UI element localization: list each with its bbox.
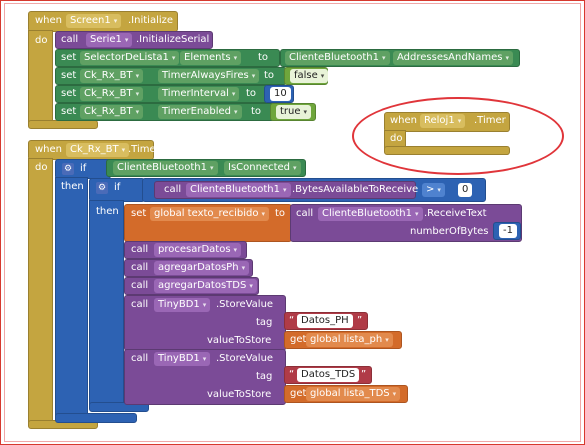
to-keyword: to xyxy=(246,88,257,99)
tag-label: tag xyxy=(256,371,273,382)
receive-text-label: .ReceiveText xyxy=(424,208,487,219)
set-keyword: set xyxy=(61,106,77,117)
call-keyword: call xyxy=(131,280,149,291)
tinybd1-dropdown[interactable]: TinyBD1 ▾ xyxy=(154,298,211,312)
number-of-bytes-label: numberOfBytes xyxy=(410,226,489,237)
close-quote: ” xyxy=(357,315,363,326)
tinybd1-dropdown[interactable]: TinyBD1 ▾ xyxy=(154,352,211,366)
agregar-datos-tds-dropdown[interactable]: agregarDatosTDS ▾ xyxy=(154,279,257,293)
to-keyword: to xyxy=(258,52,269,63)
if-outer-body xyxy=(55,177,88,420)
mutator-gear-icon[interactable]: ⚙ xyxy=(96,182,108,194)
timer-interval-dropdown[interactable]: TimerInterval ▾ xyxy=(158,87,240,101)
if-keyword: if xyxy=(114,182,121,193)
compare-value[interactable]: 0 xyxy=(458,183,473,197)
global-texto-recibido-dropdown[interactable]: global texto_recibido ▾ xyxy=(150,207,269,221)
initialize-event-label: .Initialize xyxy=(128,15,174,26)
set-keyword: set xyxy=(61,70,77,81)
get-keyword: get xyxy=(290,388,307,399)
call-keyword: call xyxy=(61,34,79,45)
set-keyword: set xyxy=(61,88,77,99)
number-of-bytes-value[interactable]: -1 xyxy=(499,224,517,238)
ck-rx-bt-dropdown[interactable]: Ck_Rx_BT ▾ xyxy=(80,69,144,83)
to-keyword: to xyxy=(275,208,286,219)
if-inner-body xyxy=(89,200,124,408)
operator-dropdown[interactable]: > ▾ xyxy=(422,183,445,197)
global-lista-ph-dropdown[interactable]: global lista_ph ▾ xyxy=(306,333,393,347)
set-keyword: set xyxy=(61,52,77,63)
red-annotation-circle xyxy=(352,97,564,175)
mutator-gear-icon[interactable]: ⚙ xyxy=(62,163,74,175)
screen1-dropdown[interactable]: Screen1 ▾ xyxy=(66,14,122,28)
call-keyword: call xyxy=(131,262,149,273)
clientebluetooth1-dropdown[interactable]: ClienteBluetooth1 ▾ xyxy=(285,51,390,65)
clientebluetooth1-dropdown[interactable]: ClienteBluetooth1 ▾ xyxy=(113,161,218,175)
set-keyword: set xyxy=(131,208,147,219)
then-keyword: then xyxy=(96,206,119,217)
do-keyword: do xyxy=(35,35,48,46)
call-keyword: call xyxy=(131,244,149,255)
to-keyword: to xyxy=(264,70,275,81)
open-quote: “ xyxy=(289,369,295,380)
tag-label: tag xyxy=(256,317,273,328)
if-outer-foot xyxy=(55,413,137,423)
then-keyword: then xyxy=(61,181,84,192)
initialize-serial-label: .InitializeSerial xyxy=(136,34,210,45)
true-dropdown[interactable]: true ▾ xyxy=(276,105,312,119)
close-quote: ” xyxy=(361,369,367,380)
when-keyword: when xyxy=(35,15,63,26)
open-quote: “ xyxy=(289,315,295,326)
ck-rx-bt-dropdown[interactable]: Ck_Rx_BT ▾ xyxy=(80,105,144,119)
do-keyword: do xyxy=(35,162,48,173)
clientebluetooth1-dropdown[interactable]: ClienteBluetooth1 ▾ xyxy=(186,183,291,197)
selectordelista1-dropdown[interactable]: SelectorDeLista1 ▾ xyxy=(80,51,180,65)
to-keyword: to xyxy=(251,106,262,117)
value-to-store-label: valueToStore xyxy=(207,389,272,400)
serie1-dropdown[interactable]: Serie1 ▾ xyxy=(86,33,133,47)
tag-value-ph[interactable]: Datos_PH xyxy=(297,314,353,328)
ck-rx-bt-dropdown[interactable]: Ck_Rx_BT ▾ xyxy=(66,143,130,157)
call-keyword: call xyxy=(296,208,314,219)
procesar-datos-dropdown[interactable]: procesarDatos ▾ xyxy=(154,243,242,257)
store-value-label: .StoreValue xyxy=(216,353,274,364)
screen1-initialize-foot xyxy=(28,120,98,129)
ck-rx-bt-dropdown[interactable]: Ck_Rx_BT ▾ xyxy=(80,87,144,101)
call-keyword: call xyxy=(131,353,149,364)
call-keyword: call xyxy=(164,184,182,195)
get-keyword: get xyxy=(290,334,307,345)
elements-property-dropdown[interactable]: Elements ▾ xyxy=(180,51,242,65)
timer-enabled-dropdown[interactable]: TimerEnabled ▾ xyxy=(158,105,242,119)
tag-value-tds[interactable]: Datos_TDS xyxy=(297,368,360,382)
store-value-label: .StoreValue xyxy=(216,299,274,310)
when-keyword: when xyxy=(35,144,63,155)
clientebluetooth1-dropdown[interactable]: ClienteBluetooth1 ▾ xyxy=(318,207,423,221)
timer-event-label: .Timer xyxy=(128,144,160,155)
timer-interval-value[interactable]: 10 xyxy=(270,87,291,101)
timer-always-fires-dropdown[interactable]: TimerAlwaysFires ▾ xyxy=(158,69,260,83)
if-keyword: if xyxy=(80,163,87,174)
false-dropdown[interactable]: false ▾ xyxy=(290,69,329,83)
global-lista-tds-dropdown[interactable]: global lista_TDS ▾ xyxy=(306,387,401,401)
is-connected-dropdown[interactable]: IsConnected ▾ xyxy=(224,161,301,175)
bytes-available-label: .BytesAvailableToReceive xyxy=(292,184,419,195)
call-keyword: call xyxy=(131,299,149,310)
agregar-datos-ph-dropdown[interactable]: agregarDatosPh ▾ xyxy=(154,261,250,275)
ck-rx-bt-timer-body xyxy=(28,158,53,428)
addresses-and-names-dropdown[interactable]: AddressesAndNames ▾ xyxy=(393,51,513,65)
value-to-store-label: valueToStore xyxy=(207,335,272,346)
